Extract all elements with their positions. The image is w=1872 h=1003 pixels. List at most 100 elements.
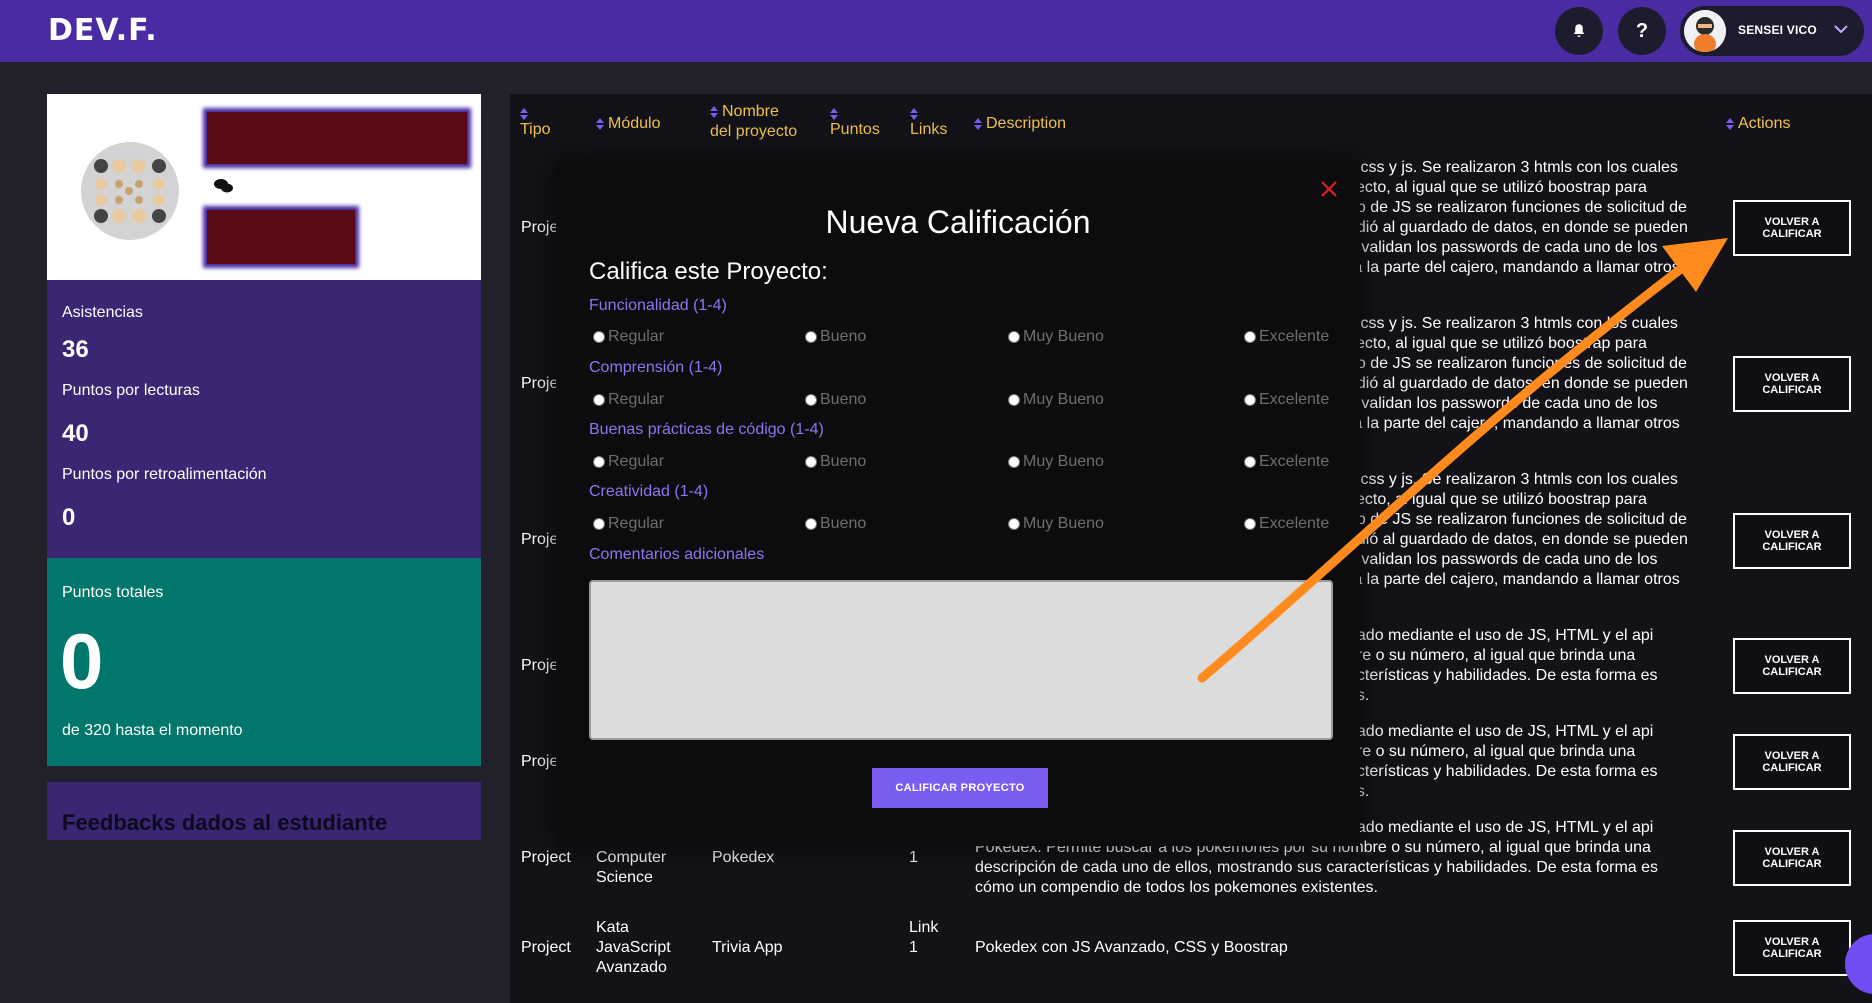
desc-line: yecto, al igual que se utilizó boostrap … [1348, 491, 1647, 508]
header-tipo[interactable]: Tipo [520, 104, 551, 140]
radio-regular[interactable]: Regular [593, 391, 664, 409]
header-nombre-label-1: Nombre [722, 103, 779, 120]
row-description: nado mediante el uso de JS, HTML y el ap… [1348, 722, 1708, 802]
submit-grade-button[interactable]: CALIFICAR PROYECTO [872, 768, 1048, 808]
recalify-button[interactable]: VOLVER A CALIFICAR [1733, 920, 1851, 976]
radio-dot[interactable] [1244, 394, 1256, 406]
desc-line: l, css y js. Se realizaron 3 htmls con l… [1348, 471, 1678, 488]
radio-dot[interactable] [1008, 456, 1020, 468]
sort-icon [830, 108, 838, 120]
desc-line: Pokedex con JS Avanzado, CSS y Boostrap [975, 939, 1288, 956]
link-line[interactable]: Link [909, 918, 938, 938]
radio-dot[interactable] [1244, 518, 1256, 530]
comments-textarea[interactable] [589, 580, 1333, 740]
recalify-button[interactable]: VOLVER A CALIFICAR [1733, 734, 1851, 790]
row-description: l, css y js. Se realizaron 3 htmls con l… [1348, 158, 1708, 278]
radio-label: Muy Bueno [1023, 328, 1104, 345]
link-line[interactable]: 1 [909, 938, 938, 958]
header-actions[interactable]: Actions [1726, 114, 1790, 134]
recalify-button[interactable]: VOLVER A CALIFICAR [1733, 200, 1851, 256]
radio-dot[interactable] [1008, 394, 1020, 406]
recalify-button[interactable]: VOLVER A CALIFICAR [1733, 356, 1851, 412]
desc-line: yecto, al igual que se utilizó boostrap … [1348, 335, 1647, 352]
comments-label: Comentarios adicionales [589, 546, 765, 563]
user-menu[interactable]: SENSEI VICO [1680, 6, 1864, 56]
desc-line: bre o su número, al igual que brinda una [1348, 647, 1636, 664]
radio-muy-bueno[interactable]: Muy Bueno [1008, 515, 1104, 533]
row-description: Pokedex. Permite buscar a los pokemones … [975, 838, 1695, 898]
radio-dot[interactable] [1008, 518, 1020, 530]
recalify-button[interactable]: VOLVER A CALIFICAR [1733, 513, 1851, 569]
notifications-button[interactable] [1555, 7, 1603, 55]
sort-icon [710, 106, 718, 118]
row-links[interactable]: 1 [909, 848, 918, 868]
radio-excelente[interactable]: Excelente [1244, 515, 1329, 533]
user-name: SENSEI VICO [1738, 23, 1817, 37]
radio-excelente[interactable]: Excelente [1244, 328, 1329, 346]
desc-line: e validan los passwords de cada uno de l… [1348, 239, 1658, 256]
radio-dot[interactable] [1244, 456, 1256, 468]
radio-muy-bueno[interactable]: Muy Bueno [1008, 453, 1104, 471]
row-tipo: Proje [521, 531, 559, 548]
header-puntos[interactable]: Puntos [830, 104, 880, 140]
radio-label: Bueno [820, 453, 867, 470]
stat-label-lecturas: Puntos por lecturas [62, 382, 200, 399]
feedbacks-card: Feedbacks dados al estudiante [47, 782, 481, 840]
chevron-down-icon[interactable] [1832, 20, 1850, 38]
stat-value-retro: 0 [62, 504, 76, 531]
header-description[interactable]: Description [974, 114, 1066, 134]
radio-label: Excelente [1259, 515, 1330, 532]
desc-line: acterísticas y habilidades. De esta form… [1348, 667, 1658, 684]
row-description: Pokedex con JS Avanzado, CSS y Boostrap [975, 938, 1695, 958]
radio-bueno[interactable]: Bueno [805, 515, 866, 533]
radio-bueno[interactable]: Bueno [805, 391, 866, 409]
radio-dot[interactable] [805, 456, 817, 468]
row-links[interactable]: Link 1 [909, 918, 938, 958]
radio-excelente[interactable]: Excelente [1244, 453, 1329, 471]
stat-value-lecturas: 40 [62, 420, 89, 447]
radio-dot[interactable] [1244, 331, 1256, 343]
header-actions-label: Actions [1738, 115, 1791, 132]
radio-regular[interactable]: Regular [593, 328, 664, 346]
desc-line: l, css y js. Se realizaron 3 htmls con l… [1348, 159, 1678, 176]
desc-line: bre o su número, al igual que brinda una [1348, 743, 1636, 760]
radio-muy-bueno[interactable]: Muy Bueno [1008, 391, 1104, 409]
radio-label: Excelente [1259, 453, 1330, 470]
header-modulo[interactable]: Módulo [596, 114, 660, 134]
radio-label: Excelente [1259, 328, 1330, 345]
modal-subtitle: Califica este Proyecto: [589, 258, 828, 285]
radio-dot[interactable] [593, 518, 605, 530]
help-button[interactable]: ? [1618, 7, 1666, 55]
radio-bueno[interactable]: Bueno [805, 328, 866, 346]
desc-line: e validan los passwords de cada uno de l… [1348, 551, 1658, 568]
devf-logo[interactable]: DEV.F. [48, 13, 158, 48]
header-links[interactable]: Links [910, 104, 947, 140]
header-nombre-label-2: del proyecto [710, 123, 798, 140]
radio-dot[interactable] [593, 394, 605, 406]
close-icon[interactable] [1320, 180, 1338, 198]
radio-dot[interactable] [593, 331, 605, 343]
radio-dot[interactable] [593, 456, 605, 468]
desc-line: edió al guardado de datos, en donde se p… [1348, 219, 1688, 236]
radio-dot[interactable] [805, 394, 817, 406]
modulo-line: Science [596, 869, 653, 886]
radio-dot[interactable] [805, 518, 817, 530]
radio-dot[interactable] [1008, 331, 1020, 343]
radio-regular[interactable]: Regular [593, 515, 664, 533]
redacted-name [207, 112, 467, 164]
row-description: nado mediante el uso de JS, HTML y el ap… [1348, 626, 1708, 706]
row-tipo: Project [521, 849, 571, 866]
radio-dot[interactable] [805, 331, 817, 343]
sort-icon [974, 118, 982, 130]
radio-bueno[interactable]: Bueno [805, 453, 866, 471]
chat-icon[interactable] [213, 178, 235, 194]
radio-regular[interactable]: Regular [593, 453, 664, 471]
radio-muy-bueno[interactable]: Muy Bueno [1008, 328, 1104, 346]
recalify-button[interactable]: VOLVER A CALIFICAR [1733, 830, 1851, 886]
header-nombre[interactable]: Nombre del proyecto [710, 102, 797, 142]
radio-label: Muy Bueno [1023, 391, 1104, 408]
recalify-button[interactable]: VOLVER A CALIFICAR [1733, 638, 1851, 694]
desc-line: ra la parte del cajero, mandando a llama… [1348, 571, 1680, 588]
radio-label: Excelente [1259, 391, 1330, 408]
radio-excelente[interactable]: Excelente [1244, 391, 1329, 409]
